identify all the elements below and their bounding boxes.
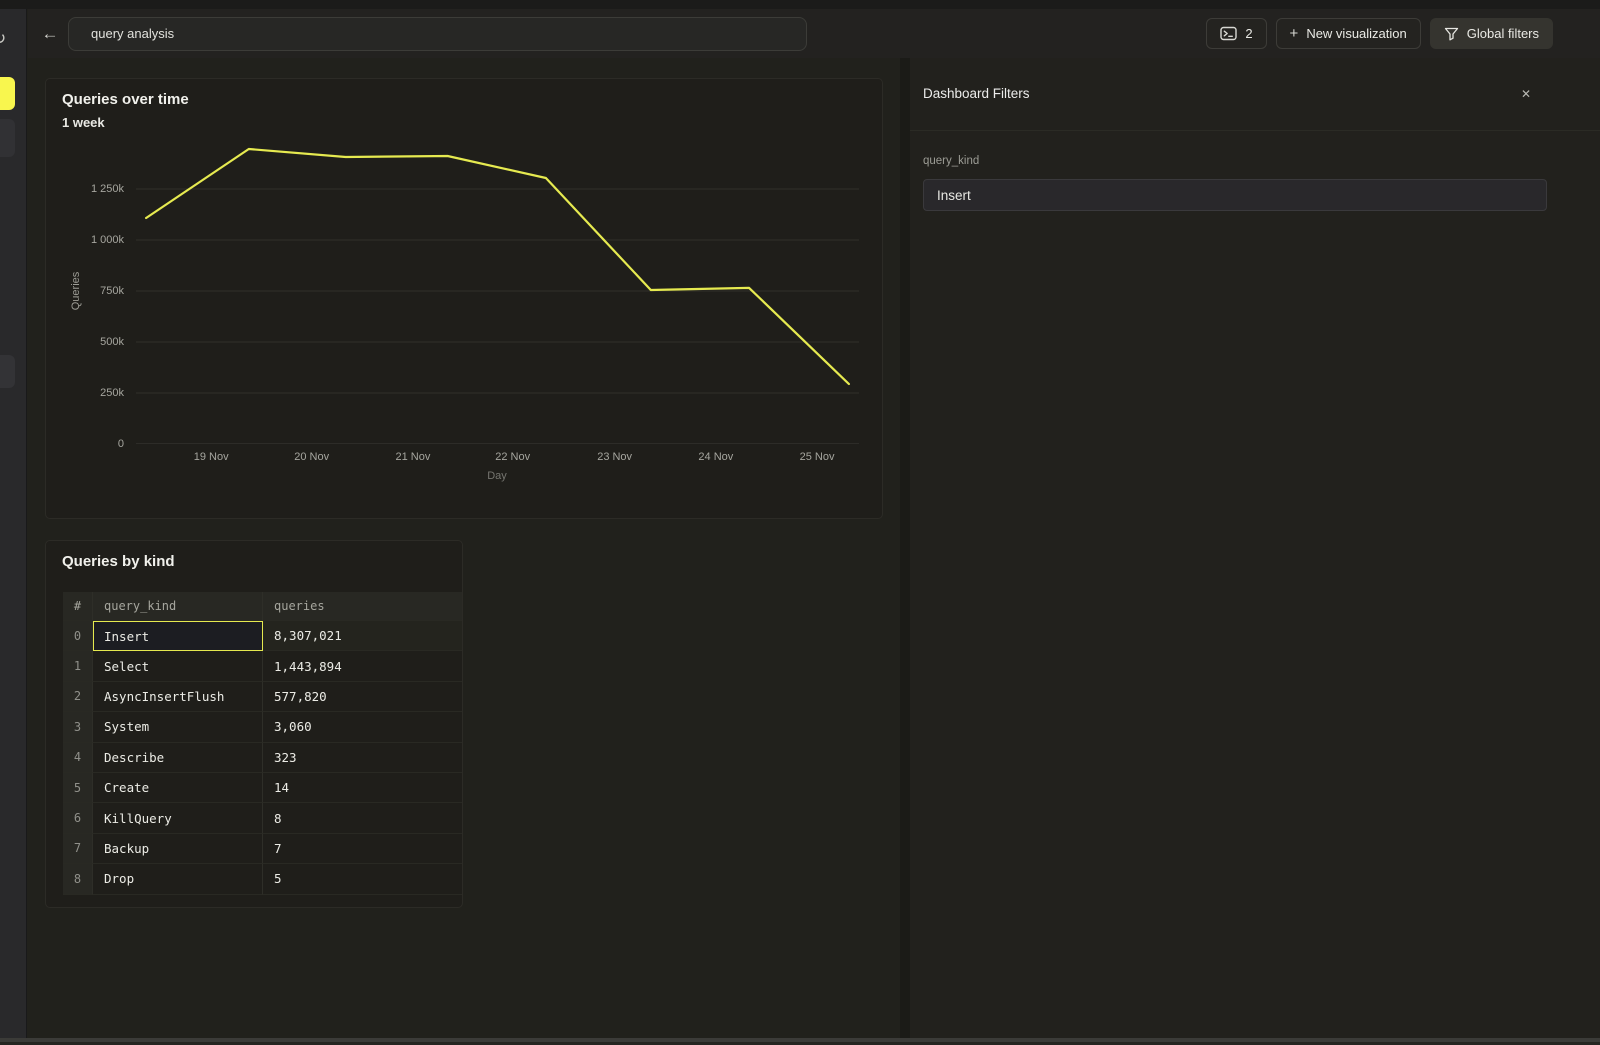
query-kind-cell[interactable]: Drop bbox=[93, 864, 263, 894]
global-filters-button[interactable]: Global filters bbox=[1430, 18, 1553, 49]
plus-icon: + bbox=[1290, 25, 1299, 42]
y-tick-label: 250k bbox=[46, 387, 124, 399]
row-index-cell: 3 bbox=[63, 712, 93, 742]
column-header-queries: queries bbox=[263, 592, 462, 621]
filter-field-label: query_kind bbox=[923, 155, 1546, 167]
query-kind-cell[interactable]: AsyncInsertFlush bbox=[93, 682, 263, 712]
chart-title: Queries over time bbox=[62, 91, 189, 108]
filters-panel-body: query_kind bbox=[910, 131, 1600, 211]
line-chart-plot bbox=[136, 138, 859, 444]
row-index-cell: 6 bbox=[63, 803, 93, 833]
visualization-sidebar: ↻ bbox=[0, 9, 27, 1045]
dashboard-title-input[interactable] bbox=[68, 17, 807, 51]
funnel-icon bbox=[1444, 27, 1459, 41]
row-index-cell: 5 bbox=[63, 773, 93, 803]
table-title: Queries by kind bbox=[62, 553, 175, 570]
table-body: 0Insert8,307,0211Select1,443,8942AsyncIn… bbox=[63, 621, 462, 895]
new-visualization-label: New visualization bbox=[1306, 26, 1406, 41]
row-index-cell: 8 bbox=[63, 864, 93, 894]
table-row: 0Insert8,307,021 bbox=[63, 621, 462, 651]
row-index-cell: 7 bbox=[63, 834, 93, 864]
sidebar-tile[interactable] bbox=[0, 119, 15, 157]
table-row: 7Backup7 bbox=[63, 834, 462, 864]
topbar: ← 2 + New visualization bbox=[28, 9, 1600, 58]
app-window: ↻ ← 2 + New visualization bbox=[0, 0, 1600, 1045]
filters-panel-header: Dashboard Filters ✕ bbox=[910, 58, 1600, 131]
x-tick-label: 25 Nov bbox=[800, 451, 835, 463]
query-kind-cell[interactable]: Select bbox=[93, 651, 263, 681]
sidebar-tile-active[interactable] bbox=[0, 77, 15, 110]
table-row: 8Drop5 bbox=[63, 864, 462, 894]
query-kind-cell[interactable]: Backup bbox=[93, 834, 263, 864]
console-count-button[interactable]: 2 bbox=[1206, 18, 1266, 49]
table-header-row: #query_kindqueries bbox=[63, 592, 462, 621]
column-header-query-kind: query_kind bbox=[93, 592, 263, 621]
table-row: 2AsyncInsertFlush577,820 bbox=[63, 682, 462, 712]
dashboard-canvas: Queries over time 1 week Queries 0250k50… bbox=[28, 58, 900, 1038]
filters-panel-title: Dashboard Filters bbox=[923, 86, 1030, 101]
topbar-actions: 2 + New visualization Global filters bbox=[1206, 18, 1553, 49]
queries-table: #query_kindqueries0Insert8,307,0211Selec… bbox=[63, 592, 462, 895]
query-kind-cell[interactable]: System bbox=[93, 712, 263, 742]
back-button[interactable]: ← bbox=[36, 20, 64, 48]
queries-value-cell[interactable]: 3,060 bbox=[263, 712, 462, 742]
query-kind-cell[interactable]: Create bbox=[93, 773, 263, 803]
x-tick-label: 19 Nov bbox=[194, 451, 229, 463]
table-row: 6KillQuery8 bbox=[63, 803, 462, 833]
query-kind-cell[interactable]: KillQuery bbox=[93, 803, 263, 833]
queries-value-cell[interactable]: 577,820 bbox=[263, 682, 462, 712]
window-top-strip bbox=[0, 0, 1600, 9]
row-index-cell: 4 bbox=[63, 743, 93, 773]
y-tick-label: 750k bbox=[46, 285, 124, 297]
close-icon[interactable]: ✕ bbox=[1516, 84, 1536, 104]
row-index-cell: 0 bbox=[63, 621, 93, 651]
queries-by-kind-card: Queries by kind #query_kindqueries0Inser… bbox=[45, 540, 463, 908]
terminal-icon bbox=[1220, 26, 1237, 41]
refresh-icon[interactable]: ↻ bbox=[0, 29, 6, 49]
queries-value-cell[interactable]: 323 bbox=[263, 743, 462, 773]
sidebar-tile[interactable] bbox=[0, 355, 15, 388]
console-count: 2 bbox=[1245, 26, 1252, 41]
queries-over-time-card: Queries over time 1 week Queries 0250k50… bbox=[45, 78, 883, 519]
table-row: 3System3,060 bbox=[63, 712, 462, 742]
row-index-cell: 1 bbox=[63, 651, 93, 681]
queries-value-cell[interactable]: 1,443,894 bbox=[263, 651, 462, 681]
row-index-cell: 2 bbox=[63, 682, 93, 712]
y-tick-label: 1 250k bbox=[46, 183, 124, 195]
table-row: 5Create14 bbox=[63, 773, 462, 803]
queries-value-cell[interactable]: 8,307,021 bbox=[263, 621, 462, 651]
queries-value-cell[interactable]: 14 bbox=[263, 773, 462, 803]
dashboard-filters-panel: Dashboard Filters ✕ query_kind bbox=[910, 58, 1600, 1038]
y-tick-label: 0 bbox=[46, 438, 124, 450]
new-visualization-button[interactable]: + New visualization bbox=[1276, 18, 1421, 49]
x-axis-label: Day bbox=[487, 470, 507, 482]
global-filters-label: Global filters bbox=[1467, 26, 1539, 41]
x-tick-label: 20 Nov bbox=[294, 451, 329, 463]
series-line bbox=[146, 149, 849, 384]
panel-divider bbox=[900, 58, 910, 1038]
query-kind-cell-selected[interactable]: Insert bbox=[93, 621, 263, 651]
table-row: 4Describe323 bbox=[63, 743, 462, 773]
x-tick-label: 22 Nov bbox=[495, 451, 530, 463]
table-row: 1Select1,443,894 bbox=[63, 651, 462, 681]
queries-value-cell[interactable]: 8 bbox=[263, 803, 462, 833]
query-kind-cell[interactable]: Describe bbox=[93, 743, 263, 773]
x-tick-label: 23 Nov bbox=[597, 451, 632, 463]
y-tick-label: 1 000k bbox=[46, 234, 124, 246]
column-header-index: # bbox=[63, 592, 93, 621]
x-tick-label: 24 Nov bbox=[698, 451, 733, 463]
y-tick-label: 500k bbox=[46, 336, 124, 348]
queries-value-cell[interactable]: 7 bbox=[263, 834, 462, 864]
chart-subtitle: 1 week bbox=[62, 115, 105, 130]
query-kind-filter-input[interactable] bbox=[923, 179, 1547, 211]
queries-value-cell[interactable]: 5 bbox=[263, 864, 462, 894]
x-tick-label: 21 Nov bbox=[395, 451, 430, 463]
